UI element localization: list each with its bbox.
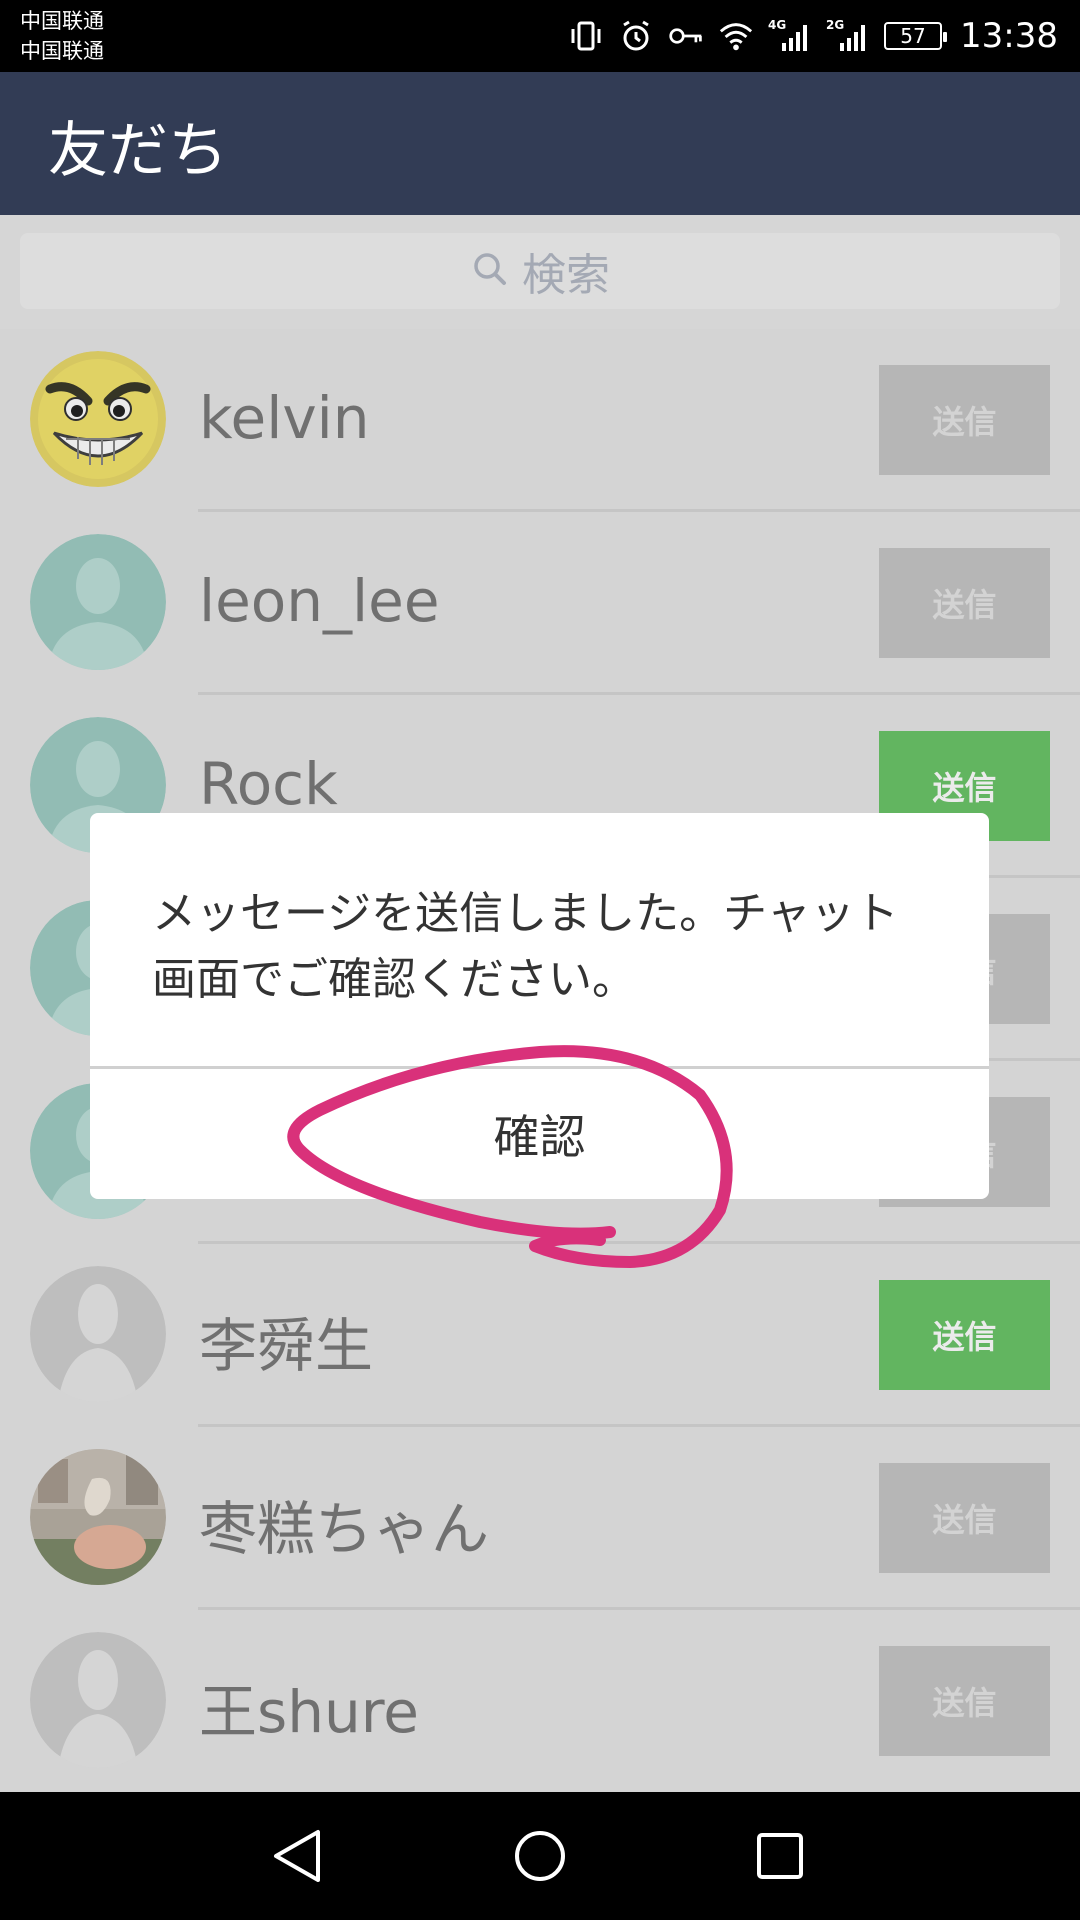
alarm-icon	[618, 18, 654, 54]
app-header: 友だち	[0, 72, 1080, 215]
page-title: 友だち	[48, 116, 228, 186]
battery-icon: 57	[884, 22, 948, 50]
back-icon	[274, 1830, 320, 1882]
signal-4g-icon: 4G	[768, 18, 812, 54]
status-bar: 中国联通 中国联通 4G 2G 57 13:38	[0, 0, 1080, 72]
recents-icon	[757, 1833, 803, 1879]
status-icons: 4G 2G 57 13:38	[568, 0, 1058, 72]
dialog-message: メッセージを送信しました。チャット画面でご確認ください。	[152, 888, 899, 1005]
home-icon	[515, 1831, 565, 1881]
battery-level: 57	[900, 24, 926, 48]
system-nav-bar	[0, 1792, 1080, 1920]
carrier-labels: 中国联通 中国联通	[20, 6, 104, 66]
network-type-2: 2G	[826, 18, 845, 32]
clock: 13:38	[960, 16, 1058, 56]
wifi-icon	[718, 18, 754, 54]
vibrate-icon	[568, 18, 604, 54]
confirmation-dialog: メッセージを送信しました。チャット画面でご確認ください。 確認	[90, 813, 989, 1199]
signal-2g-icon: 2G	[826, 18, 870, 54]
carrier-1: 中国联通	[20, 9, 104, 33]
home-button[interactable]	[500, 1816, 580, 1896]
carrier-2: 中国联通	[20, 39, 104, 63]
recents-button[interactable]	[740, 1816, 820, 1896]
key-icon	[668, 18, 704, 54]
confirm-button[interactable]: 確認	[90, 1069, 989, 1199]
network-type-1: 4G	[768, 18, 787, 32]
back-button[interactable]	[258, 1816, 338, 1896]
